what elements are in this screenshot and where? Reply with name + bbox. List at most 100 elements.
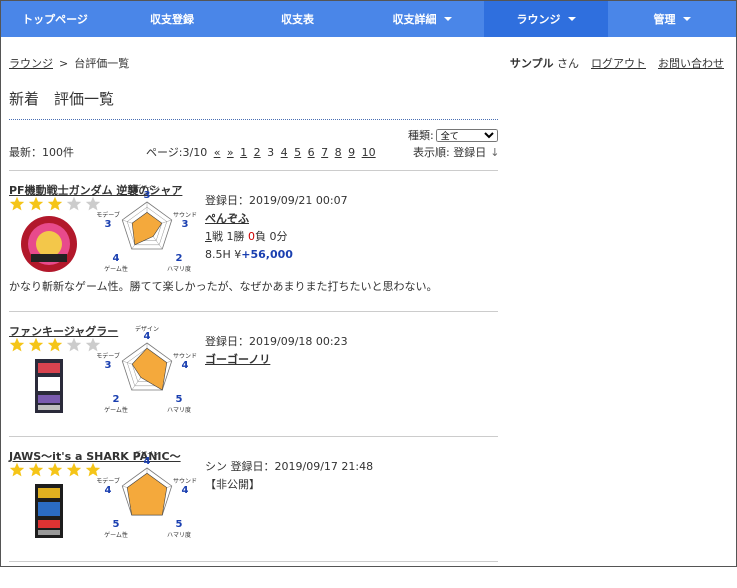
radar-score-hamari: 5 — [176, 519, 183, 530]
radar-score-design: 4 — [144, 456, 151, 467]
radar-axis-label: ゲーム性 — [104, 406, 128, 414]
radar-axis-label: モデーブ — [97, 211, 120, 219]
chevron-down-icon — [443, 17, 452, 21]
radar-score-game: 5 — [113, 519, 120, 530]
radar-score-area — [126, 472, 168, 516]
radar-score-game: 2 — [113, 394, 120, 405]
sort-arrow-icon: ↓ — [490, 146, 500, 159]
radar-score-mode: 4 — [105, 485, 112, 496]
radar-chart: デザイン 3 サウンド 3 2 ハマリ度 4 ゲーム性 モデーブ 3 — [96, 183, 197, 278]
radar-score-mode: 3 — [105, 360, 112, 371]
nav-income-table[interactable]: 収支表 — [235, 1, 360, 37]
list-divider — [9, 311, 498, 312]
slot-machine-icon — [35, 359, 63, 413]
nav-admin[interactable]: 管理 — [608, 1, 736, 37]
nav-label: 収支表 — [281, 13, 314, 26]
review-meta: シン 登録日：2019/09/17 21:48 【非公開】 — [205, 458, 373, 494]
review-item: ファンキージャグラー デザイン 4 サウンド 4 5 ハマリ度 2 ゲーム性 モデーブ 3 登録日… — [9, 323, 499, 463]
top-navigation: トップページ 収支登録 収支表 収支詳細 ラウンジ 管理 — [1, 1, 736, 37]
page-first-link[interactable]: « — [214, 146, 221, 159]
breadcrumb-lounge-link[interactable]: ラウンジ — [9, 57, 53, 70]
page-link-5[interactable]: 5 — [294, 146, 301, 159]
list-divider — [9, 436, 498, 437]
star-icon — [66, 462, 82, 477]
reviewer-link[interactable]: ゴーゴーノリ — [205, 353, 270, 366]
chevron-down-icon — [567, 17, 576, 21]
radar-chart-svg: デザイン4サウンド45ハマリ度5ゲーム性モデーブ4 — [96, 450, 197, 539]
nav-label: 収支登録 — [150, 13, 194, 26]
radar-chart-svg: デザイン4サウンド45ハマリ度2ゲーム性モデーブ3 — [96, 325, 197, 414]
radar-score-design: 4 — [144, 331, 151, 342]
star-rating — [9, 337, 104, 353]
type-filter-label: 種類: — [408, 129, 434, 142]
logout-link[interactable]: ログアウト — [591, 57, 646, 70]
page-link-9[interactable]: 9 — [348, 146, 355, 159]
radar-chart: デザイン 4 サウンド 4 5 ハマリ度 5 ゲーム性 モデーブ 4 — [96, 449, 197, 544]
user-bar: サンプル さん ログアウト お問い合わせ — [510, 55, 724, 71]
radar-axis-label: サウンド — [173, 211, 197, 219]
radar-score-hamari: 2 — [176, 253, 183, 264]
money-amount: +56,000 — [241, 248, 293, 261]
page-link-7[interactable]: 7 — [321, 146, 328, 159]
page-link-6[interactable]: 6 — [308, 146, 315, 159]
radar-chart-svg: デザイン3サウンド32ハマリ度4ゲーム性モデーブ3 — [96, 184, 197, 273]
radar-axis-label: サウンド — [173, 477, 197, 485]
review-comment: かなり斬新なゲーム性。勝てて楽しかったが、なぜかあまりまた打ちたいと思わない。 — [9, 280, 438, 293]
page-link-2[interactable]: 2 — [254, 146, 261, 159]
record-games-link[interactable]: 1 — [205, 230, 212, 243]
nav-income-detail[interactable]: 収支詳細 — [360, 1, 484, 37]
page-link-1[interactable]: 1 — [240, 146, 247, 159]
radar-score-design: 3 — [144, 190, 151, 201]
star-icon — [47, 337, 63, 352]
radar-axis-label: サウンド — [173, 352, 197, 360]
review-item: JAWS〜it's a SHARK PANIC〜 デザイン 4 サウンド 4 5 ハマリ度… — [9, 448, 499, 588]
nav-lounge[interactable]: ラウンジ — [484, 1, 608, 37]
sort-order[interactable]: 表示順: 登録日 ↓ — [413, 144, 499, 160]
page-link-4[interactable]: 4 — [281, 146, 288, 159]
record-text: 戦 1勝 — [212, 230, 248, 243]
star-icon — [9, 337, 25, 352]
nav-income-register[interactable]: 収支登録 — [109, 1, 235, 37]
star-icon — [28, 462, 44, 477]
type-select[interactable]: 全て — [435, 129, 498, 142]
review-money: 8.5H ¥+56,000 — [205, 246, 348, 264]
star-icon — [9, 462, 25, 477]
user-name: サンプル — [509, 57, 554, 70]
star-rating — [9, 196, 104, 212]
radar-score-sound: 4 — [182, 360, 189, 371]
page-prev-link[interactable]: » — [227, 146, 234, 159]
radar-score-game: 4 — [113, 253, 120, 264]
radar-score-area — [131, 347, 168, 391]
star-rating — [9, 462, 104, 478]
nav-label: 収支詳細 — [392, 13, 437, 26]
page-link-8[interactable]: 8 — [335, 146, 342, 159]
reviewer-link[interactable]: ぺんぞふ — [205, 212, 249, 225]
list-divider — [9, 170, 498, 171]
star-icon — [28, 337, 44, 352]
page-link-10[interactable]: 10 — [362, 146, 376, 159]
nav-top-page[interactable]: トップページ — [1, 1, 109, 37]
radar-score-sound: 3 — [182, 219, 189, 230]
review-date: シン 登録日：2019/09/17 21:48 — [205, 460, 374, 473]
radar-score-sound: 4 — [182, 485, 189, 496]
result-count: 最新：100件 — [9, 146, 74, 159]
contact-link[interactable]: お問い合わせ — [658, 57, 724, 70]
radar-chart: デザイン 4 サウンド 4 5 ハマリ度 2 ゲーム性 モデーブ 3 — [96, 324, 197, 419]
radar-axis-label: ハマリ度 — [167, 265, 191, 273]
breadcrumb: ラウンジ > 台評価一覧 — [9, 55, 129, 71]
pagination-label: ページ:3/10 — [146, 146, 208, 159]
chevron-down-icon — [682, 17, 691, 21]
star-icon — [28, 196, 44, 211]
radar-axis-label: ゲーム性 — [104, 265, 128, 273]
breadcrumb-current: 台評価一覧 — [74, 57, 130, 70]
title-divider — [9, 119, 498, 120]
breadcrumb-separator: > — [59, 57, 69, 70]
review-meta: 登録日：2019/09/21 00:07 ぺんぞふ 1戦 1勝 0負 0分 8.… — [205, 192, 348, 264]
radar-score-mode: 3 — [105, 219, 112, 230]
type-filter: 種類: 全て — [408, 127, 498, 143]
radar-score-hamari: 5 — [176, 394, 183, 405]
review-status: 【非公開】 — [205, 478, 260, 491]
radar-axis-label: モデーブ — [97, 352, 120, 360]
record-loss-count: 0 — [248, 230, 255, 243]
radar-axis-label: ゲーム性 — [104, 531, 128, 539]
